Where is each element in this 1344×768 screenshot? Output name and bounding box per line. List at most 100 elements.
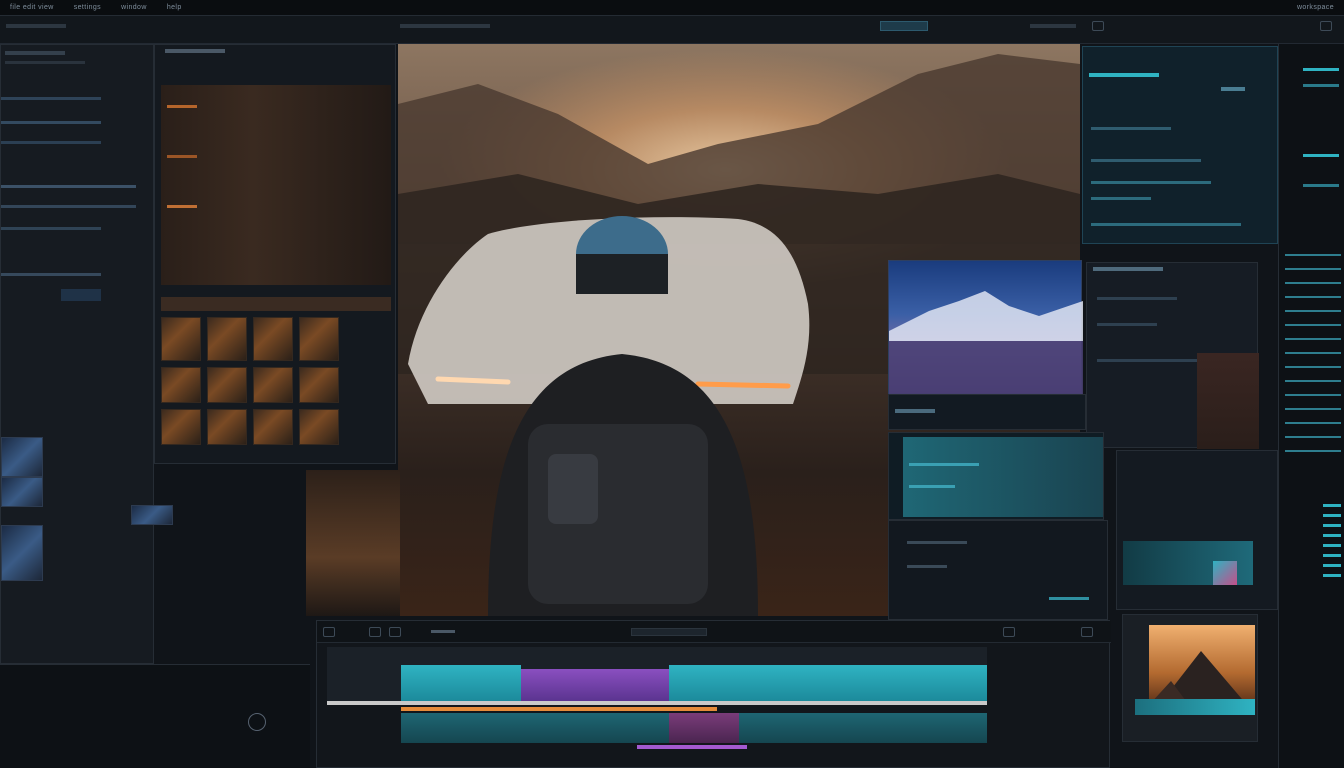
audio-strip-orange — [401, 707, 717, 711]
media-thumb-9[interactable] — [161, 409, 201, 445]
preview-panel[interactable] — [1122, 614, 1258, 742]
media-filter-bar[interactable] — [161, 297, 391, 311]
workspace-menu[interactable]: workspace — [1297, 4, 1334, 11]
color-panel-label — [895, 409, 935, 413]
effects-preview — [1197, 353, 1259, 449]
media-thumb-10[interactable] — [207, 409, 247, 445]
scope-panel — [1116, 450, 1278, 610]
right-meter-2 — [1303, 84, 1339, 87]
media-panel — [154, 44, 396, 464]
gear-icon[interactable] — [1092, 21, 1104, 31]
media-thumb-1[interactable] — [161, 317, 201, 361]
trim-icon[interactable] — [389, 627, 401, 637]
close-icon[interactable] — [1320, 21, 1332, 31]
right-meter-4 — [1303, 184, 1339, 187]
audio-panel — [888, 432, 1104, 520]
menu-item-file[interactable]: file edit view — [10, 4, 54, 11]
left-panel — [0, 44, 173, 664]
menu-bar: file edit view settings window help work… — [0, 0, 1344, 16]
viewer-extension — [306, 470, 400, 616]
preview-mountain-art — [1149, 651, 1247, 705]
inspector-value — [1221, 87, 1245, 91]
media-thumb-8[interactable] — [299, 367, 339, 403]
media-thumb-5[interactable] — [161, 367, 201, 403]
effects-line-2 — [1097, 323, 1157, 326]
left-track-7[interactable] — [1, 273, 101, 276]
toolbar — [0, 16, 1344, 44]
left-track-6[interactable] — [1, 227, 101, 230]
toolbar-active-tab[interactable] — [880, 21, 928, 31]
thumb-3[interactable] — [1, 525, 43, 581]
color-thumbnail[interactable] — [888, 260, 1083, 395]
effects-header — [1093, 267, 1163, 271]
right-meter-stack — [1285, 254, 1341, 454]
media-highlight-2 — [167, 155, 197, 158]
menu-item-help[interactable]: help — [167, 4, 182, 11]
left-clip[interactable] — [61, 289, 101, 301]
clip-teal-1[interactable] — [401, 665, 521, 701]
params-panel — [888, 520, 1108, 620]
inspector-line-5 — [1091, 223, 1241, 226]
preview-track — [1135, 699, 1255, 715]
audio-track-purple[interactable] — [669, 713, 739, 743]
audio-waveform-box — [903, 437, 1103, 517]
media-highlight-3 — [167, 205, 197, 208]
media-thumb-2[interactable] — [207, 317, 247, 361]
razor-icon[interactable] — [323, 627, 335, 637]
left-track-1[interactable] — [1, 97, 101, 100]
clip-teal-2[interactable] — [669, 665, 987, 701]
menu-item-settings[interactable]: settings — [74, 4, 101, 11]
scope-color-chip — [1213, 561, 1237, 585]
media-highlight-1 — [167, 105, 197, 108]
thumb-1[interactable] — [1, 437, 43, 477]
left-track-4[interactable] — [1, 185, 136, 188]
media-grid — [161, 85, 391, 285]
timeline-timecode[interactable] — [631, 628, 707, 636]
thumb-4[interactable] — [131, 505, 173, 525]
effects-line-1 — [1097, 297, 1177, 300]
record-icon[interactable] — [248, 713, 266, 731]
inspector-line-4 — [1091, 197, 1151, 200]
media-panel-title — [165, 49, 225, 53]
timeline — [316, 620, 1111, 768]
menu-item-window[interactable]: window — [121, 4, 147, 11]
right-column — [1278, 44, 1344, 768]
select-icon[interactable] — [369, 627, 381, 637]
left-track-5[interactable] — [1, 205, 136, 208]
inspector-panel — [1082, 46, 1278, 244]
effects-line-3 — [1097, 359, 1197, 362]
settings-icon[interactable] — [1081, 627, 1093, 637]
media-thumb-12[interactable] — [299, 409, 339, 445]
bottom-left-panel — [0, 664, 310, 768]
left-panel-subheader — [5, 61, 85, 64]
toolbar-right-bar — [1030, 24, 1076, 28]
param-line-2 — [907, 565, 947, 568]
inspector-line-3 — [1091, 181, 1211, 184]
toolbar-placeholder — [6, 24, 66, 28]
inspector-line-2 — [1091, 159, 1201, 162]
left-track-3[interactable] — [1, 141, 101, 144]
audio-line-1 — [909, 463, 979, 466]
media-thumb-7[interactable] — [253, 367, 293, 403]
inspector-line-1 — [1091, 127, 1171, 130]
media-thumb-6[interactable] — [207, 367, 247, 403]
left-track-2[interactable] — [1, 121, 101, 124]
zoom-icon[interactable] — [1003, 627, 1015, 637]
right-meter-3 — [1303, 154, 1339, 157]
param-line-1 — [907, 541, 967, 544]
media-thumb-4[interactable] — [299, 317, 339, 361]
audio-line-2 — [909, 485, 955, 488]
media-thumb-11[interactable] — [253, 409, 293, 445]
timeline-toolbar — [317, 621, 1111, 643]
thumb-2[interactable] — [1, 477, 43, 507]
param-line-3 — [1049, 597, 1089, 600]
clip-purple[interactable] — [521, 669, 669, 701]
left-panel-header — [5, 51, 65, 55]
audio-marker — [637, 745, 747, 749]
effects-panel — [1086, 262, 1259, 449]
media-thumb-3[interactable] — [253, 317, 293, 361]
right-meter-1 — [1303, 68, 1339, 71]
preview-image — [1149, 625, 1255, 705]
inspector-header — [1089, 73, 1159, 77]
color-panel-bar — [888, 394, 1086, 430]
